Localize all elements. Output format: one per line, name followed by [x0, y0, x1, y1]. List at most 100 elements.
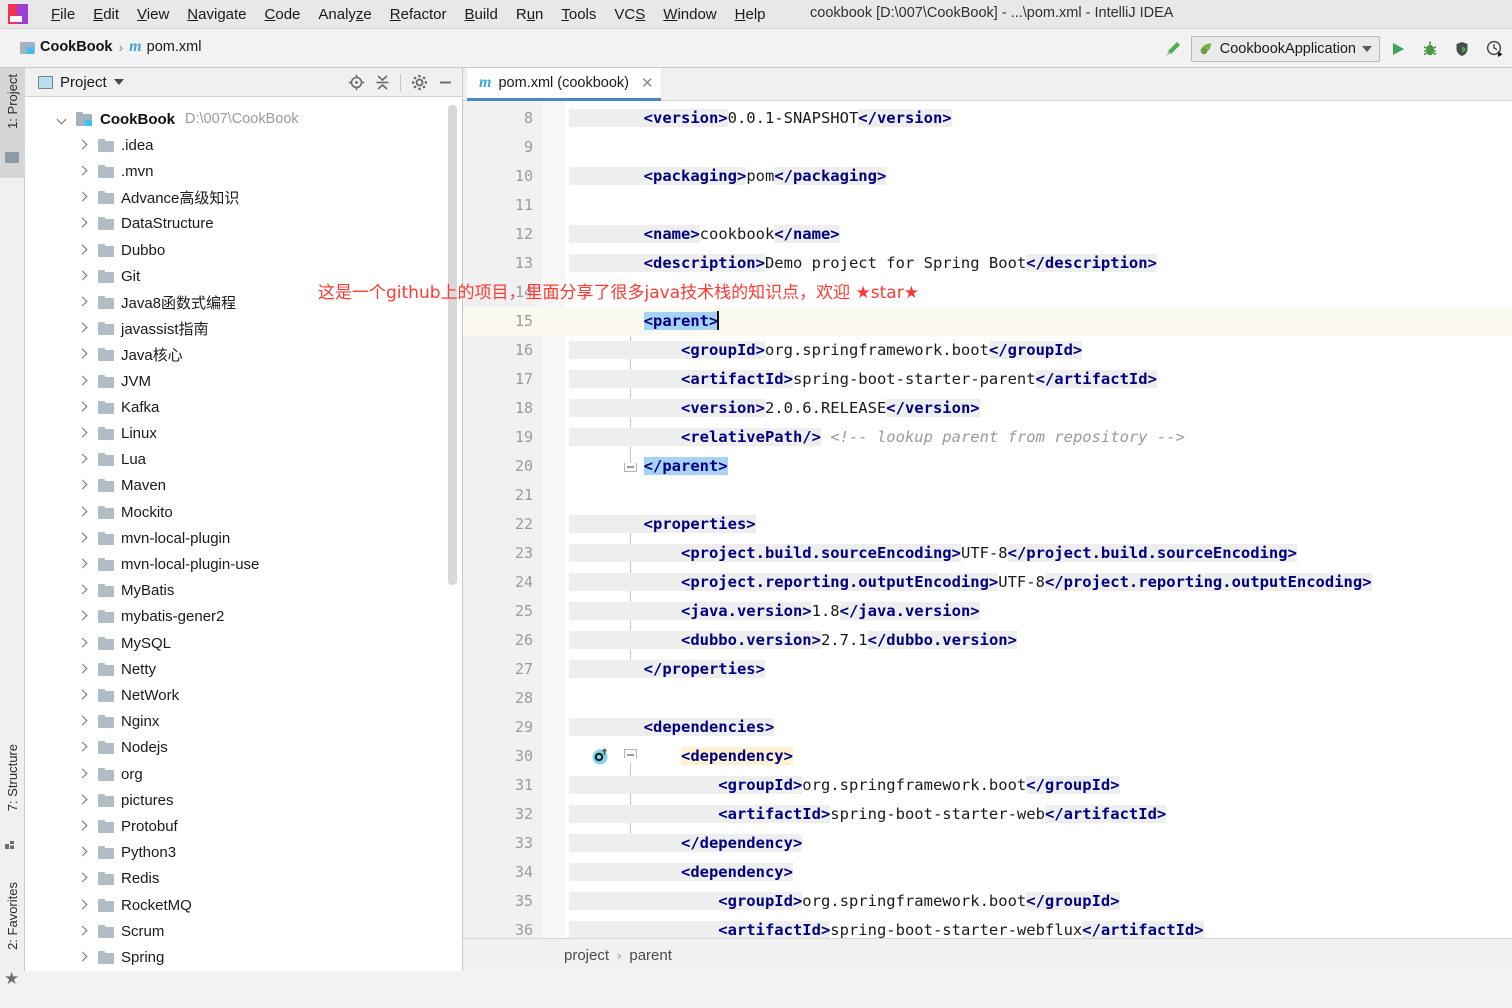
chevron-right-icon[interactable]	[77, 402, 88, 413]
tree-row[interactable]: mvn-local-plugin	[77, 525, 230, 551]
tree-row[interactable]: .mvn	[77, 158, 154, 184]
tree-row[interactable]: Dubbo	[77, 237, 165, 263]
tree-row[interactable]: RocketMQ	[77, 892, 192, 918]
chevron-right-icon[interactable]	[77, 926, 88, 937]
tree-row[interactable]: Maven	[77, 473, 166, 499]
breadcrumb-item-cookbook[interactable]: CookBook	[40, 39, 113, 55]
menu-item-edit[interactable]: Edit	[84, 4, 128, 25]
code-line[interactable]: 32 <artifactId>spring-boot-starter-web</…	[463, 800, 1512, 829]
menu-item-navigate[interactable]: Navigate	[178, 4, 255, 25]
sidebar-item-project[interactable]: 1: Project	[0, 68, 25, 178]
coverage-icon[interactable]	[1448, 35, 1476, 63]
menu-item-vcs[interactable]: VCS	[605, 4, 654, 25]
chevron-right-icon[interactable]	[77, 323, 88, 334]
chevron-right-icon[interactable]	[77, 716, 88, 727]
chevron-right-icon[interactable]	[77, 533, 88, 544]
menu-item-build[interactable]: Build	[455, 4, 506, 25]
tree-row[interactable]: org	[77, 761, 143, 787]
chevron-right-icon[interactable]	[77, 559, 88, 570]
tree-row[interactable]: MySQL	[77, 630, 171, 656]
tree-row[interactable]: Scrum	[77, 918, 164, 944]
code-line[interactable]: 8 <version>0.0.1-SNAPSHOT</version>	[463, 104, 1512, 133]
collapse-all-icon[interactable]	[370, 71, 394, 94]
code-line[interactable]: 19 <relativePath/> <!-- lookup parent fr…	[463, 423, 1512, 452]
code-line[interactable]: 12 <name>cookbook</name>	[463, 220, 1512, 249]
code-line[interactable]: 15 <parent>	[463, 307, 1512, 336]
tree-row[interactable]: Protobuf	[77, 813, 178, 839]
code-line[interactable]: 28	[463, 684, 1512, 713]
tree-row[interactable]: Netty	[77, 656, 156, 682]
code-line[interactable]: 26 <dubbo.version>2.7.1</dubbo.version>	[463, 626, 1512, 655]
code-line[interactable]: 34 <dependency>	[463, 858, 1512, 887]
breadcrumb-item-pom[interactable]: pom.xml	[147, 39, 202, 55]
chevron-right-icon[interactable]	[77, 376, 88, 387]
chevron-right-icon[interactable]	[77, 795, 88, 806]
tree-row[interactable]: JVM	[77, 368, 151, 394]
tree-row[interactable]: .idea	[77, 132, 154, 158]
chevron-right-icon[interactable]	[77, 585, 88, 596]
code-line[interactable]: 30 <dependency>	[463, 742, 1512, 771]
code-line[interactable]: 9	[463, 133, 1512, 162]
code-line[interactable]: 13 <description>Demo project for Spring …	[463, 249, 1512, 278]
tree-row[interactable]: Advance高级知识	[77, 185, 239, 211]
gear-icon[interactable]	[407, 71, 431, 94]
chevron-right-icon[interactable]	[77, 245, 88, 256]
code-line[interactable]: 21	[463, 481, 1512, 510]
breadcrumb-item-parent[interactable]: parent	[629, 947, 672, 964]
chevron-right-icon[interactable]	[77, 952, 88, 963]
chevron-right-icon[interactable]	[77, 638, 88, 649]
chevron-right-icon[interactable]	[77, 742, 88, 753]
code-line[interactable]: 31 <groupId>org.springframework.boot</gr…	[463, 771, 1512, 800]
menu-item-tools[interactable]: Tools	[552, 4, 605, 25]
menu-item-view[interactable]: View	[128, 4, 178, 25]
code-editor[interactable]: 8 <version>0.0.1-SNAPSHOT</version> 9 10 <…	[463, 101, 1512, 938]
code-line[interactable]: 22 <properties>	[463, 510, 1512, 539]
code-line[interactable]: 17 <artifactId>spring-boot-starter-paren…	[463, 365, 1512, 394]
menu-item-help[interactable]: Help	[726, 4, 775, 25]
chevron-right-icon[interactable]	[77, 218, 88, 229]
menu-item-analyze[interactable]: Analyze	[309, 4, 380, 25]
menu-item-refactor[interactable]: Refactor	[381, 4, 456, 25]
chevron-right-icon[interactable]	[77, 900, 88, 911]
chevron-down-icon[interactable]	[113, 79, 124, 85]
hammer-icon[interactable]	[1159, 35, 1187, 63]
breadcrumb-item-project[interactable]: project	[564, 947, 609, 964]
tree-row[interactable]: mybatis-gener2	[77, 604, 224, 630]
code-line[interactable]: 33 </dependency>	[463, 829, 1512, 858]
code-line[interactable]: 18 <version>2.0.6.RELEASE</version>	[463, 394, 1512, 423]
tree-row[interactable]: Lua	[77, 447, 146, 473]
chevron-right-icon[interactable]	[77, 349, 88, 360]
chevron-right-icon[interactable]	[77, 847, 88, 858]
tree-row[interactable]: pictures	[77, 787, 174, 813]
chevron-right-icon[interactable]	[77, 769, 88, 780]
chevron-right-icon[interactable]	[77, 873, 88, 884]
code-line[interactable]: 14	[463, 278, 1512, 307]
menu-item-code[interactable]: Code	[256, 4, 310, 25]
menu-item-window[interactable]: Window	[654, 4, 725, 25]
tree-row[interactable]: MyBatis	[77, 578, 174, 604]
code-line[interactable]: 29 <dependencies>	[463, 713, 1512, 742]
code-line[interactable]: 23 <project.build.sourceEncoding>UTF-8</…	[463, 539, 1512, 568]
tree-row[interactable]: Linux	[77, 420, 157, 446]
chevron-right-icon[interactable]	[77, 192, 88, 203]
chevron-right-icon[interactable]	[77, 140, 88, 151]
tab-pom-xml[interactable]: m pom.xml (cookbook) ✕	[467, 68, 661, 101]
chevron-right-icon[interactable]	[77, 690, 88, 701]
crosshair-target-icon[interactable]	[344, 71, 368, 94]
play-icon[interactable]	[1384, 35, 1412, 63]
code-line[interactable]: 36 <artifactId>spring-boot-starter-webfl…	[463, 916, 1512, 938]
chevron-right-icon[interactable]	[77, 297, 88, 308]
sidebar-item-structure[interactable]: 7: Structure	[0, 740, 25, 870]
tree-row[interactable]: DataStructure	[77, 211, 214, 237]
project-panel-title-group[interactable]: Project	[38, 74, 124, 91]
chevron-right-icon[interactable]	[77, 611, 88, 622]
chevron-right-icon[interactable]	[77, 271, 88, 282]
chevron-right-icon[interactable]	[77, 166, 88, 177]
tree-row[interactable]: Nginx	[77, 709, 159, 735]
code-line[interactable]: 35 <groupId>org.springframework.boot</gr…	[463, 887, 1512, 916]
tree-row-root[interactable]: CookBook D:\007\CookBook	[57, 106, 299, 132]
code-line[interactable]: 20 </parent>	[463, 452, 1512, 481]
tree-row[interactable]: NetWork	[77, 682, 179, 708]
code-line[interactable]: 24 <project.reporting.outputEncoding>UTF…	[463, 568, 1512, 597]
sidebar-item-favorites[interactable]: 2: Favorites ★	[0, 878, 25, 1008]
